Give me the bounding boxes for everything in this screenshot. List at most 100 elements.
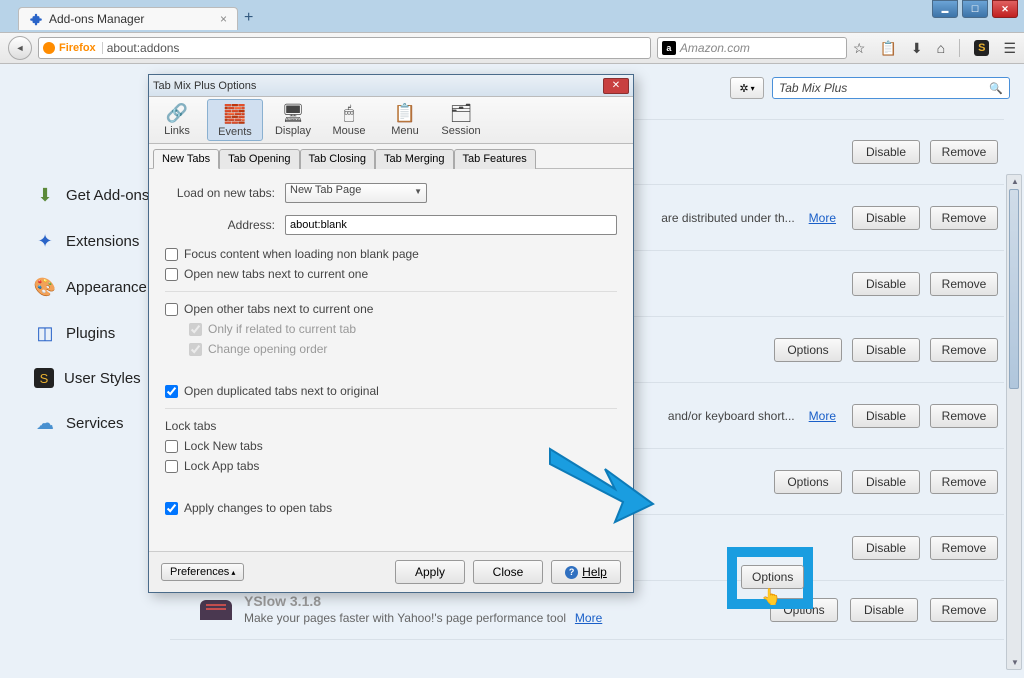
scroll-up-icon[interactable]: ▲ <box>1011 177 1019 186</box>
addon-desc: are distributed under th... <box>661 211 794 225</box>
sidebar-label: Plugins <box>66 325 115 342</box>
cloud-icon: ☁ <box>34 412 56 434</box>
tab-new-tabs[interactable]: New Tabs <box>153 149 219 169</box>
addon-search-input[interactable]: Tab Mix Plus <box>772 77 1010 99</box>
new-tab-button[interactable]: + <box>244 9 253 27</box>
open-next-checkbox[interactable] <box>165 268 178 281</box>
help-button[interactable]: ?Help <box>551 560 621 584</box>
disable-button[interactable]: Disable <box>852 140 920 164</box>
tab-tab-features[interactable]: Tab Features <box>454 149 536 169</box>
scrollbar[interactable]: ▲ ▼ <box>1006 174 1022 670</box>
highlighted-options-button[interactable]: Options <box>741 565 804 589</box>
sidebar-label: User Styles <box>64 370 141 387</box>
lock-new-checkbox[interactable] <box>165 440 178 453</box>
home-icon[interactable]: ⌂ <box>937 40 945 56</box>
remove-button[interactable]: Remove <box>930 206 998 230</box>
remove-button[interactable]: Remove <box>930 470 998 494</box>
focus-content-checkbox[interactable] <box>165 248 178 261</box>
events-icon: 🧱 <box>224 104 246 124</box>
amazon-icon: a <box>662 41 676 55</box>
options-button[interactable]: Options <box>774 338 842 362</box>
disable-button[interactable]: Disable <box>852 470 920 494</box>
remove-button[interactable]: Remove <box>930 404 998 428</box>
dialog-footer: Preferences▴ Apply Close ?Help <box>149 551 633 592</box>
puzzle-icon <box>29 12 43 26</box>
remove-button[interactable]: Remove <box>930 140 998 164</box>
download-icon[interactable]: ⬇ <box>911 40 923 57</box>
address-input[interactable] <box>285 215 617 235</box>
addon-toolbar: ✲ Tab Mix Plus <box>730 64 1010 112</box>
remove-button[interactable]: Remove <box>930 338 998 362</box>
toolbar-links[interactable]: 🔗Links <box>149 97 205 143</box>
remove-button[interactable]: Remove <box>930 598 998 622</box>
remove-button[interactable]: Remove <box>930 536 998 560</box>
stylish-icon: S <box>34 368 54 388</box>
open-dup-checkbox[interactable] <box>165 385 178 398</box>
toolbar-display[interactable]: 🖥Display <box>265 97 321 143</box>
sidebar-item-plugins[interactable]: ◫ Plugins <box>34 310 160 356</box>
close-button[interactable]: Close <box>473 560 543 584</box>
disable-button[interactable]: Disable <box>850 598 918 622</box>
remove-button[interactable]: Remove <box>930 272 998 296</box>
dialog-titlebar[interactable]: Tab Mix Plus Options ✕ <box>149 75 633 97</box>
sidebar-item-services[interactable]: ☁Services <box>34 400 160 446</box>
back-button[interactable] <box>8 36 32 60</box>
change-order-label: Change opening order <box>208 342 327 356</box>
sidebar-item-get-addons[interactable]: ⬇Get Add-ons <box>34 172 160 218</box>
apply-open-checkbox[interactable] <box>165 502 178 515</box>
lego-icon: ◫ <box>34 322 56 344</box>
stylish-icon[interactable]: S <box>974 40 989 56</box>
disable-button[interactable]: Disable <box>852 404 920 428</box>
gear-button[interactable]: ✲ <box>730 77 764 99</box>
menu-icon[interactable]: ☰ <box>1003 40 1016 57</box>
more-link[interactable]: More <box>809 211 836 225</box>
tab-tab-merging[interactable]: Tab Merging <box>375 149 454 169</box>
tab-tab-closing[interactable]: Tab Closing <box>300 149 375 169</box>
toolbar-menu[interactable]: 📋Menu <box>377 97 433 143</box>
load-on-select[interactable]: New Tab Page <box>285 183 427 203</box>
disable-button[interactable]: Disable <box>852 536 920 560</box>
disable-button[interactable]: Disable <box>852 272 920 296</box>
yslow-icon <box>200 600 232 620</box>
sidebar-label: Appearance <box>66 279 147 296</box>
sidebar-item-user-styles[interactable]: S User Styles <box>34 356 160 400</box>
more-link[interactable]: More <box>575 611 602 625</box>
window-close-button[interactable] <box>992 0 1018 18</box>
addon-search-value: Tab Mix Plus <box>779 81 847 95</box>
clipboard-icon[interactable]: 📋 <box>879 40 896 57</box>
tab-close-button[interactable]: × <box>220 12 227 26</box>
address-bar[interactable]: Firefox about:addons <box>38 37 651 59</box>
options-button[interactable]: Options <box>774 470 842 494</box>
star-icon[interactable]: ☆ <box>853 40 866 57</box>
scroll-down-icon[interactable]: ▼ <box>1011 658 1019 667</box>
dialog-close-button[interactable]: ✕ <box>603 78 629 94</box>
toolbar-events[interactable]: 🧱Events <box>207 99 263 141</box>
browser-tab[interactable]: Add-ons Manager × <box>18 7 238 30</box>
puzzle-icon: ✦ <box>34 230 56 252</box>
dialog-tabs: New Tabs Tab Opening Tab Closing Tab Mer… <box>149 144 633 169</box>
window-maximize-button[interactable] <box>962 0 988 18</box>
lock-app-label: Lock App tabs <box>184 459 259 473</box>
lock-app-checkbox[interactable] <box>165 460 178 473</box>
help-icon: ? <box>565 566 578 579</box>
only-related-label: Only if related to current tab <box>208 322 356 336</box>
disable-button[interactable]: Disable <box>852 338 920 362</box>
apply-button[interactable]: Apply <box>395 560 465 584</box>
search-box[interactable]: a Amazon.com <box>657 37 847 59</box>
preferences-button[interactable]: Preferences▴ <box>161 563 244 581</box>
scroll-thumb[interactable] <box>1009 189 1019 389</box>
toolbar-mouse[interactable]: 🖱Mouse <box>321 97 377 143</box>
focus-content-label: Focus content when loading non blank pag… <box>184 247 419 261</box>
disable-button[interactable]: Disable <box>852 206 920 230</box>
open-next-label: Open new tabs next to current one <box>184 267 368 281</box>
toolbar-session[interactable]: 🗂Session <box>433 97 489 143</box>
window-controls <box>932 0 1018 18</box>
window-minimize-button[interactable] <box>932 0 958 18</box>
mouse-icon: 🖱 <box>344 103 355 123</box>
tab-tab-opening[interactable]: Tab Opening <box>219 149 299 169</box>
sidebar-item-extensions[interactable]: ✦Extensions <box>34 218 160 264</box>
open-other-next-checkbox[interactable] <box>165 303 178 316</box>
sidebar-item-appearance[interactable]: 🎨Appearance <box>34 264 160 310</box>
display-icon: 🖥 <box>282 103 305 123</box>
more-link[interactable]: More <box>809 409 836 423</box>
